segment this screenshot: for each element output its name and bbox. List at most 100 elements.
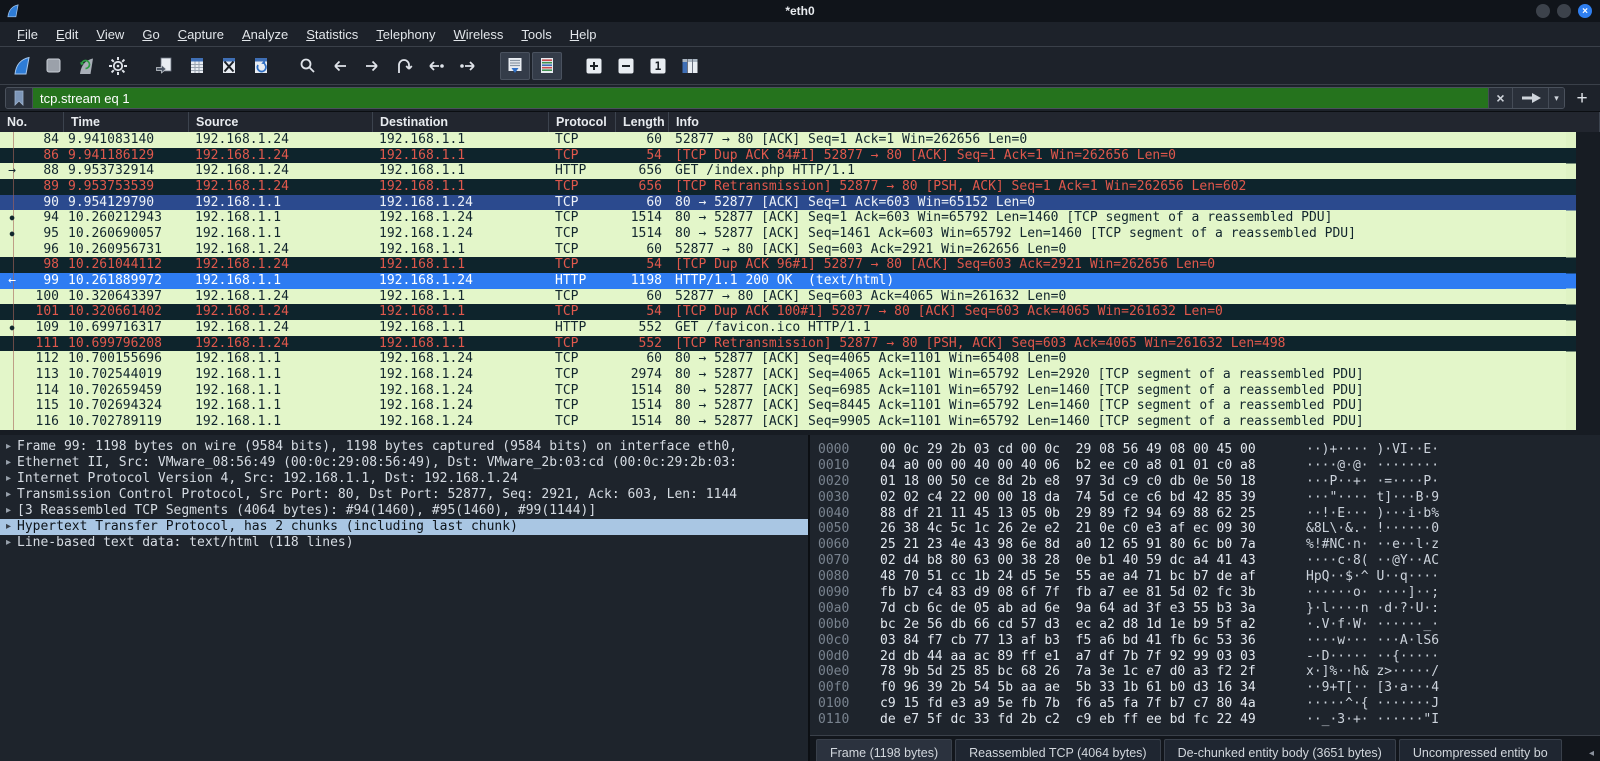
hex-row[interactable]: 004088 df 21 11 45 13 05 0b 29 89 f2 94 …: [818, 506, 1600, 522]
byte-view-tab[interactable]: Reassembled TCP (4064 bytes): [955, 739, 1160, 761]
hex-ascii[interactable]: ·.V·f·W· ······_·: [1306, 617, 1439, 633]
hex-row[interactable]: 007002 d4 b8 80 63 00 38 28 0e b1 40 59 …: [818, 553, 1600, 569]
expand-icon[interactable]: ▸: [0, 455, 17, 471]
hex-ascii[interactable]: ·····^·{ ·······J: [1306, 696, 1439, 712]
detail-row[interactable]: ▸[3 Reassembled TCP Segments (4064 bytes…: [0, 503, 808, 519]
hex-bytes[interactable]: 78 9b 5d 25 85 bc 68 26 7a 3e 1c e7 d0 a…: [880, 664, 1260, 680]
menu-item-file[interactable]: File: [8, 24, 47, 45]
packet-row[interactable]: ●10910.699716317192.168.1.24192.168.1.1H…: [0, 320, 1566, 336]
hex-bytes[interactable]: f0 96 39 2b 54 5b aa ae 5b 33 1b 61 b0 d…: [880, 680, 1260, 696]
hex-bytes[interactable]: 2d db 44 aa ac 89 ff e1 a7 df 7b 7f 92 9…: [880, 649, 1260, 665]
hex-ascii[interactable]: ····w··· ···A·lS6: [1306, 633, 1439, 649]
menu-item-statistics[interactable]: Statistics: [297, 24, 367, 45]
open-file-button[interactable]: [150, 52, 180, 80]
hex-ascii[interactable]: ······o· ····]··;: [1306, 585, 1439, 601]
detail-row[interactable]: ▸Hypertext Transfer Protocol, has 2 chun…: [0, 519, 808, 535]
hex-bytes[interactable]: 25 21 23 4e 43 98 6e 8d a0 12 65 91 80 6…: [880, 537, 1260, 553]
menu-item-telephony[interactable]: Telephony: [367, 24, 444, 45]
restart-capture-button[interactable]: [71, 52, 101, 80]
packet-list-scrollbar-track[interactable]: [1576, 132, 1600, 430]
menu-item-tools[interactable]: Tools: [512, 24, 560, 45]
hex-ascii[interactable]: ··9+T[·· [3·a···4: [1306, 680, 1439, 696]
packet-row[interactable]: ●9410.260212943192.168.1.1192.168.1.24TC…: [0, 210, 1566, 226]
hex-ascii[interactable]: ··!·E··· )···i·b%: [1306, 506, 1439, 522]
column-header-source[interactable]: Source: [189, 112, 373, 132]
hex-row[interactable]: 00b0bc 2e 56 db 66 cd 57 d3 ec a2 d8 1d …: [818, 617, 1600, 633]
save-file-button[interactable]: [182, 52, 212, 80]
filter-apply-button[interactable]: [1512, 88, 1548, 108]
reload-file-button[interactable]: [246, 52, 276, 80]
hex-row[interactable]: 000000 0c 29 2b 03 cd 00 0c 29 08 56 49 …: [818, 442, 1600, 458]
detail-row[interactable]: ▸Internet Protocol Version 4, Src: 192.1…: [0, 471, 808, 487]
hex-ascii[interactable]: ···P··+· ·=····P·: [1306, 474, 1439, 490]
auto-scroll-button[interactable]: [500, 52, 530, 80]
packet-row[interactable]: ←9910.261889972192.168.1.1192.168.1.24HT…: [0, 273, 1566, 289]
hex-row[interactable]: 0110de e7 5f dc 33 fd 2b c2 c9 eb ff ee …: [818, 712, 1600, 728]
zoom-in-button[interactable]: [579, 52, 609, 80]
detail-row[interactable]: ▸Ethernet II, Src: VMware_08:56:49 (00:0…: [0, 455, 808, 471]
previous-packet-button[interactable]: [421, 52, 451, 80]
menu-item-view[interactable]: View: [87, 24, 133, 45]
menu-item-capture[interactable]: Capture: [169, 24, 233, 45]
hex-row[interactable]: 0090fb b7 c4 83 d9 08 6f 7f fb a7 ee 81 …: [818, 585, 1600, 601]
packet-row[interactable]: 11610.702789119192.168.1.1192.168.1.24TC…: [0, 414, 1566, 430]
hex-ascii[interactable]: ····c·8( ··@Y··AC: [1306, 553, 1439, 569]
stop-capture-button[interactable]: [39, 52, 69, 80]
hex-bytes[interactable]: 03 84 f7 cb 77 13 af b3 f5 a6 bd 41 fb 6…: [880, 633, 1260, 649]
column-header-no[interactable]: No.: [0, 112, 64, 132]
menu-item-help[interactable]: Help: [561, 24, 606, 45]
filter-add-button[interactable]: +: [1569, 89, 1595, 108]
filter-dropdown-caret[interactable]: ▾: [1548, 88, 1564, 108]
packet-row[interactable]: 11510.702694324192.168.1.1192.168.1.24TC…: [0, 398, 1566, 414]
packet-row[interactable]: 9810.261044112192.168.1.24192.168.1.1TCP…: [0, 257, 1566, 273]
packet-row[interactable]: →889.953732914192.168.1.24192.168.1.1HTT…: [0, 163, 1566, 179]
hex-bytes[interactable]: 26 38 4c 5c 1c 26 2e e2 21 0e c0 e3 af e…: [880, 521, 1260, 537]
byte-view-tab[interactable]: Uncompressed entity bo: [1399, 739, 1562, 761]
menu-item-analyze[interactable]: Analyze: [233, 24, 297, 45]
detail-row[interactable]: ▸Frame 99: 1198 bytes on wire (9584 bits…: [0, 439, 808, 455]
packet-list-minimap[interactable]: [1566, 132, 1576, 430]
go-back-button[interactable]: [325, 52, 355, 80]
hex-bytes[interactable]: c9 15 fd e3 a9 5e fb 7b f6 a5 fa 7f b7 c…: [880, 696, 1260, 712]
menu-item-edit[interactable]: Edit: [47, 24, 87, 45]
hex-row[interactable]: 00d02d db 44 aa ac 89 ff e1 a7 df 7b 7f …: [818, 649, 1600, 665]
detail-row[interactable]: ▸Transmission Control Protocol, Src Port…: [0, 487, 808, 503]
packet-row[interactable]: 899.953753539192.168.1.24192.168.1.1TCP6…: [0, 179, 1566, 195]
find-packet-button[interactable]: [293, 52, 323, 80]
hex-row[interactable]: 008048 70 51 cc 1b 24 d5 5e 55 ae a4 71 …: [818, 569, 1600, 585]
packet-row[interactable]: 849.941083140192.168.1.24192.168.1.1TCP6…: [0, 132, 1566, 148]
expand-icon[interactable]: ▸: [0, 519, 17, 535]
hex-ascii[interactable]: -·D····· ··{·····: [1306, 649, 1439, 665]
packet-row[interactable]: 11210.700155696192.168.1.1192.168.1.24TC…: [0, 351, 1566, 367]
hex-row[interactable]: 0100c9 15 fd e3 a9 5e fb 7b f6 a5 fa 7f …: [818, 696, 1600, 712]
hex-row[interactable]: 00e078 9b 5d 25 85 bc 68 26 7a 3e 1c e7 …: [818, 664, 1600, 680]
filter-clear-button[interactable]: ×: [1488, 88, 1512, 108]
hex-bytes[interactable]: de e7 5f dc 33 fd 2b c2 c9 eb ff ee bd f…: [880, 712, 1260, 728]
hex-ascii[interactable]: ··_·3·+· ······"I: [1306, 712, 1439, 728]
capture-options-button[interactable]: [103, 52, 133, 80]
packet-row[interactable]: 10110.320661402192.168.1.24192.168.1.1TC…: [0, 304, 1566, 320]
byte-view-tab[interactable]: Frame (1198 bytes): [816, 739, 952, 761]
filter-bookmark-button[interactable]: [6, 88, 33, 108]
hex-bytes[interactable]: 48 70 51 cc 1b 24 d5 5e 55 ae a4 71 bc b…: [880, 569, 1260, 585]
column-header-time[interactable]: Time: [64, 112, 189, 132]
hex-row[interactable]: 003002 02 c4 22 00 00 18 da 74 5d ce c6 …: [818, 490, 1600, 506]
hex-row[interactable]: 00a07d cb 6c de 05 ab ad 6e 9a 64 ad 3f …: [818, 601, 1600, 617]
hex-ascii[interactable]: ··)+···· )·VI··E·: [1306, 442, 1439, 458]
hex-row[interactable]: 005026 38 4c 5c 1c 26 2e e2 21 0e c0 e3 …: [818, 521, 1600, 537]
next-packet-button[interactable]: [453, 52, 483, 80]
hex-bytes[interactable]: bc 2e 56 db 66 cd 57 d3 ec a2 d8 1d 1e b…: [880, 617, 1260, 633]
expand-icon[interactable]: ▸: [0, 439, 17, 455]
hex-row[interactable]: 00f0f0 96 39 2b 54 5b aa ae 5b 33 1b 61 …: [818, 680, 1600, 696]
hex-ascii[interactable]: x·]%··h& z>·····/: [1306, 664, 1439, 680]
hex-bytes[interactable]: 02 02 c4 22 00 00 18 da 74 5d ce c6 bd 4…: [880, 490, 1260, 506]
packet-row[interactable]: ●9510.260690057192.168.1.1192.168.1.24TC…: [0, 226, 1566, 242]
hex-ascii[interactable]: }·l····n ·d·?·U·:: [1306, 601, 1439, 617]
column-header-protocol[interactable]: Protocol: [549, 112, 616, 132]
zoom-100-button[interactable]: 1: [643, 52, 673, 80]
expand-icon[interactable]: ▸: [0, 487, 17, 503]
hex-ascii[interactable]: %!#NC·n· ··e··l·z: [1306, 537, 1439, 553]
hex-ascii[interactable]: ···"···· t]···B·9: [1306, 490, 1439, 506]
hex-bytes[interactable]: 04 a0 00 00 40 00 40 06 b2 ee c0 a8 01 0…: [880, 458, 1260, 474]
byte-view-tab[interactable]: De-chunked entity body (3651 bytes): [1164, 739, 1396, 761]
